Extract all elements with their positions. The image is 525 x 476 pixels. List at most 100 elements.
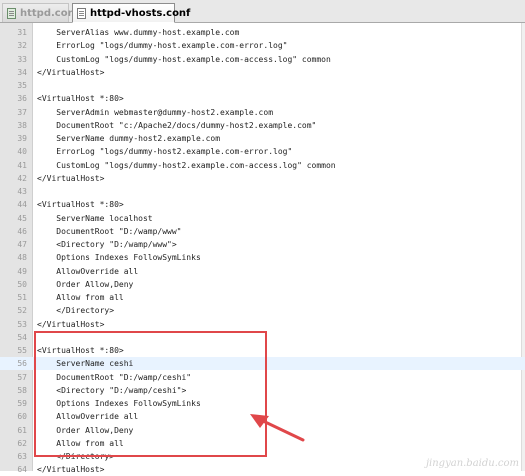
line-code: AllowOverride all xyxy=(37,412,139,422)
code-line[interactable]: 60 AllowOverride all xyxy=(0,410,525,423)
code-line[interactable]: 31 ServerAlias www.dummy-host.example.co… xyxy=(0,26,525,39)
line-number: 52 xyxy=(17,306,27,316)
line-number: 50 xyxy=(17,279,27,289)
code-line[interactable]: 56 ServerName ceshi xyxy=(0,357,525,371)
line-code: </Directory> xyxy=(37,306,115,316)
line-code: <VirtualHost *:80> xyxy=(37,346,124,355)
line-number: 58 xyxy=(17,385,27,395)
line-number: 55 xyxy=(17,346,27,355)
line-number: 31 xyxy=(17,28,27,37)
line-number: 39 xyxy=(17,134,27,143)
line-number: 64 xyxy=(17,465,27,475)
line-number: 51 xyxy=(17,293,27,302)
line-code: </VirtualHost> xyxy=(37,173,105,183)
code-line[interactable]: 41 CustomLog "logs/dummy-host2.example.c… xyxy=(0,159,525,172)
line-code: ServerName dummy-host2.example.com xyxy=(37,134,221,143)
code-line[interactable]: 38 DocumentRoot "c:/Apache2/docs/dummy-h… xyxy=(0,119,525,132)
code-line[interactable]: 47 <Directory "D:/wamp/www"> xyxy=(0,238,525,251)
line-number: 46 xyxy=(17,226,27,236)
code-line[interactable]: 57 DocumentRoot "D:/wamp/ceshi" xyxy=(0,371,525,384)
line-code: CustomLog "logs/dummy-host2.example.com-… xyxy=(37,160,336,170)
line-number: 37 xyxy=(17,107,27,117)
line-code: <VirtualHost *:80> xyxy=(37,200,124,210)
line-code: <VirtualHost *:80> xyxy=(37,94,124,104)
line-number: 53 xyxy=(17,319,27,329)
line-number: 56 xyxy=(17,359,27,369)
line-code: ServerName ceshi xyxy=(37,359,134,369)
line-number: 48 xyxy=(17,253,27,263)
line-code: ServerName localhost xyxy=(37,213,153,223)
line-code: ServerAlias www.dummy-host.example.com xyxy=(37,28,240,37)
line-number: 34 xyxy=(17,67,27,77)
line-code: ServerAdmin webmaster@dummy-host2.exampl… xyxy=(37,107,274,117)
code-line[interactable]: 48 Options Indexes FollowSymLinks xyxy=(0,251,525,264)
line-number: 40 xyxy=(17,147,27,157)
line-code: <Directory "D:/wamp/www"> xyxy=(37,240,177,249)
line-number: 42 xyxy=(17,173,27,183)
line-number: 60 xyxy=(17,412,27,422)
line-code: DocumentRoot "c:/Apache2/docs/dummy-host… xyxy=(37,120,317,130)
line-number: 36 xyxy=(17,94,27,104)
line-number: 57 xyxy=(17,372,27,382)
code-line[interactable]: 39 ServerName dummy-host2.example.com xyxy=(0,132,525,145)
line-code: Options Indexes FollowSymLinks xyxy=(37,399,201,408)
code-line[interactable]: 44 <VirtualHost *:80> xyxy=(0,198,525,211)
line-number: 45 xyxy=(17,213,27,223)
code-line[interactable]: 62 Allow from all xyxy=(0,437,525,450)
code-line[interactable]: 36 <VirtualHost *:80> xyxy=(0,92,525,105)
line-number: 43 xyxy=(17,187,27,196)
code-line[interactable]: 55 <VirtualHost *:80> xyxy=(0,344,525,357)
code-line[interactable]: 58 <Directory "D:/wamp/ceshi"> xyxy=(0,384,525,397)
code-line[interactable]: 52 </Directory> xyxy=(0,304,525,317)
line-code: Allow from all xyxy=(37,293,124,302)
code-line[interactable]: 46 DocumentRoot "D:/wamp/www" xyxy=(0,225,525,238)
line-code: Order Allow,Deny xyxy=(37,425,134,435)
line-code: </VirtualHost> xyxy=(37,67,105,77)
tab-label: httpd-vhosts.conf xyxy=(90,7,191,19)
code-line[interactable]: 37 ServerAdmin webmaster@dummy-host2.exa… xyxy=(0,106,525,119)
code-line[interactable]: 59 Options Indexes FollowSymLinks xyxy=(0,397,525,410)
code-line[interactable]: 34 </VirtualHost> xyxy=(0,66,525,79)
line-number: 61 xyxy=(17,425,27,435)
line-code: Options Indexes FollowSymLinks xyxy=(37,253,201,263)
line-code: DocumentRoot "D:/wamp/ceshi" xyxy=(37,372,192,382)
code-line[interactable]: 51 Allow from all xyxy=(0,291,525,304)
tab-httpd-conf[interactable]: httpd.conf xyxy=(2,3,79,22)
line-code: ErrorLog "logs/dummy-host2.example.com-e… xyxy=(37,147,293,157)
line-code: ErrorLog "logs/dummy-host.example.com-er… xyxy=(37,41,288,51)
line-number: 44 xyxy=(17,200,27,210)
tab-label: httpd.conf xyxy=(20,7,80,19)
line-number: 62 xyxy=(17,438,27,448)
code-line[interactable]: 35 xyxy=(0,79,525,92)
code-line[interactable]: 54 xyxy=(0,331,525,344)
code-line[interactable]: 33 CustomLog "logs/dummy-host.example.co… xyxy=(0,53,525,66)
line-number: 35 xyxy=(17,81,27,90)
line-number: 47 xyxy=(17,240,27,249)
line-code: </VirtualHost> xyxy=(37,465,105,475)
line-number: 38 xyxy=(17,120,27,130)
line-number: 41 xyxy=(17,160,27,170)
line-code: DocumentRoot "D:/wamp/www" xyxy=(37,226,182,236)
line-number: 63 xyxy=(17,452,27,461)
line-code: CustomLog "logs/dummy-host.example.com-a… xyxy=(37,54,331,64)
line-code: AllowOverride all xyxy=(37,266,139,276)
line-code: Allow from all xyxy=(37,438,124,448)
watermark: jingyan.baidu.com xyxy=(425,458,519,469)
code-line[interactable]: 61 Order Allow,Deny xyxy=(0,424,525,437)
code-line[interactable]: 32 ErrorLog "logs/dummy-host.example.com… xyxy=(0,39,525,52)
line-number: 33 xyxy=(17,54,27,64)
code-line[interactable]: 42 </VirtualHost> xyxy=(0,172,525,185)
code-line[interactable]: 45 ServerName localhost xyxy=(0,212,525,225)
line-code: </Directory> xyxy=(37,452,115,461)
line-number: 32 xyxy=(17,41,27,51)
tab-httpd-vhosts-conf[interactable]: httpd-vhosts.conf xyxy=(72,3,190,23)
line-number: 54 xyxy=(17,332,27,342)
line-number: 49 xyxy=(17,266,27,276)
file-icon xyxy=(7,7,16,19)
code-line[interactable]: 49 AllowOverride all xyxy=(0,265,525,278)
code-line[interactable]: 50 Order Allow,Deny xyxy=(0,278,525,291)
code-line[interactable]: 43 xyxy=(0,185,525,198)
line-number: 59 xyxy=(17,399,27,408)
code-line[interactable]: 53 </VirtualHost> xyxy=(0,318,525,331)
code-line[interactable]: 40 ErrorLog "logs/dummy-host2.example.co… xyxy=(0,145,525,158)
